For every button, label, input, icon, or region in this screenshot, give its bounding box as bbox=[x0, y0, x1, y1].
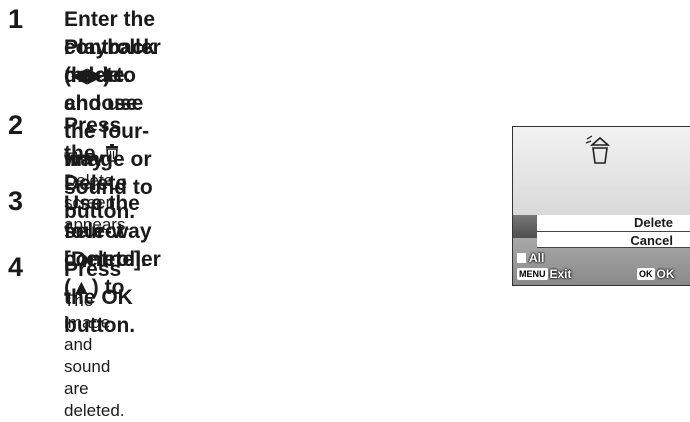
camera-screen: Delete Cancel All MENU Exit OK OK bbox=[512, 126, 690, 286]
all-option: All bbox=[517, 251, 544, 265]
step-number: 3 bbox=[8, 186, 24, 216]
all-label: All bbox=[529, 251, 545, 265]
step-number: 1 bbox=[8, 4, 24, 34]
menu-item-delete: Delete bbox=[537, 215, 690, 231]
step-title-line: delete. bbox=[64, 64, 131, 87]
ok-badge: OK bbox=[637, 268, 655, 280]
ok-label: OK bbox=[656, 267, 675, 281]
exit-label: Exit bbox=[549, 267, 572, 281]
step-number: 2 bbox=[8, 110, 24, 140]
menu-badge: MENU bbox=[517, 268, 548, 280]
step-number: 4 bbox=[8, 252, 24, 282]
trash-small-icon bbox=[517, 253, 526, 263]
ok-option: OK OK bbox=[637, 267, 675, 281]
delete-trash-icon bbox=[585, 135, 615, 170]
step-description: The image and sound are deleted. bbox=[64, 291, 125, 420]
exit-option: MENU Exit bbox=[517, 267, 572, 281]
menu-item-cancel: Cancel bbox=[537, 231, 690, 248]
